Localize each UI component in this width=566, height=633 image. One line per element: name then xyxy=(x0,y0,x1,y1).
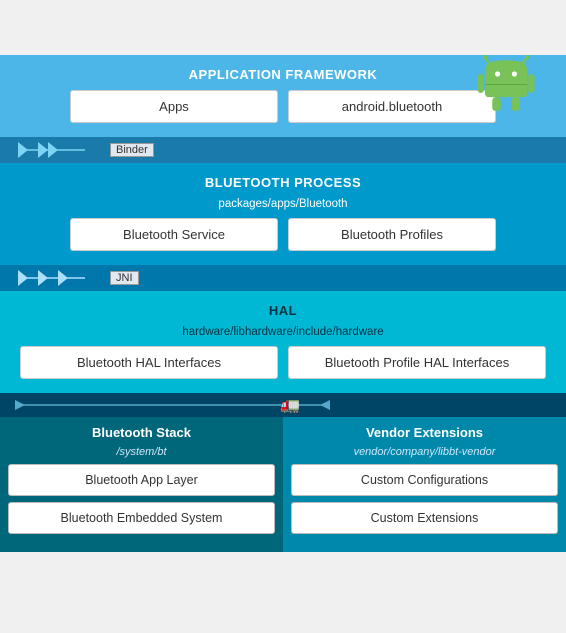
hal-title: HAL xyxy=(10,299,556,326)
bluetooth-stack-section: Bluetooth Stack /system/bt Bluetooth App… xyxy=(0,417,283,552)
vendor-extensions-title: Vendor Extensions xyxy=(291,425,558,446)
bottom-section: Bluetooth Stack /system/bt Bluetooth App… xyxy=(0,417,566,552)
android-logo xyxy=(471,55,546,113)
bluetooth-embedded-system-box: Bluetooth Embedded System xyxy=(8,502,275,534)
bluetooth-profile-hal-interfaces-box: Bluetooth Profile HAL Interfaces xyxy=(288,346,546,379)
bluetooth-hal-interfaces-box: Bluetooth HAL Interfaces xyxy=(20,346,278,379)
jni-label: JNI xyxy=(110,271,139,285)
vendor-extensions-subtitle: vendor/company/libbt-vendor xyxy=(291,446,558,458)
binder-strip: Binder xyxy=(0,137,566,163)
bluetooth-stack-title: Bluetooth Stack xyxy=(8,425,275,446)
custom-configurations-box: Custom Configurations xyxy=(291,464,558,496)
bluetooth-stack-subtitle: /system/bt xyxy=(8,446,275,458)
jni-arrows xyxy=(10,265,110,291)
android-bluetooth-box: android.bluetooth xyxy=(288,90,496,123)
hal-boxes: Bluetooth HAL Interfaces Bluetooth Profi… xyxy=(10,346,556,379)
bluetooth-process-subtitle: packages/apps/Bluetooth xyxy=(10,198,556,210)
truck-icon: 🚛 xyxy=(280,395,300,415)
hal-section: HAL hardware/libhardware/include/hardwar… xyxy=(0,291,566,393)
bluetooth-process-title: BLUETOOTH PROCESS xyxy=(10,171,556,198)
jni-strip: JNI xyxy=(0,265,566,291)
bluetooth-app-layer-box: Bluetooth App Layer xyxy=(8,464,275,496)
custom-extensions-box: Custom Extensions xyxy=(291,502,558,534)
hal-subtitle: hardware/libhardware/include/hardware xyxy=(10,326,556,338)
binder-arrows xyxy=(10,137,110,163)
binder-label: Binder xyxy=(110,143,154,157)
bluetooth-process-section: BLUETOOTH PROCESS packages/apps/Bluetoot… xyxy=(0,163,566,265)
bluetooth-process-boxes: Bluetooth Service Bluetooth Profiles xyxy=(10,218,556,251)
bluetooth-service-box: Bluetooth Service xyxy=(70,218,278,251)
bottom-arrow-strip: 🚛 xyxy=(0,393,566,417)
diagram-container: APPLICATION FRAMEWORK Apps android.bluet… xyxy=(0,55,566,552)
apps-box: Apps xyxy=(70,90,278,123)
bluetooth-profiles-box: Bluetooth Profiles xyxy=(288,218,496,251)
vendor-extensions-section: Vendor Extensions vendor/company/libbt-v… xyxy=(283,417,566,552)
